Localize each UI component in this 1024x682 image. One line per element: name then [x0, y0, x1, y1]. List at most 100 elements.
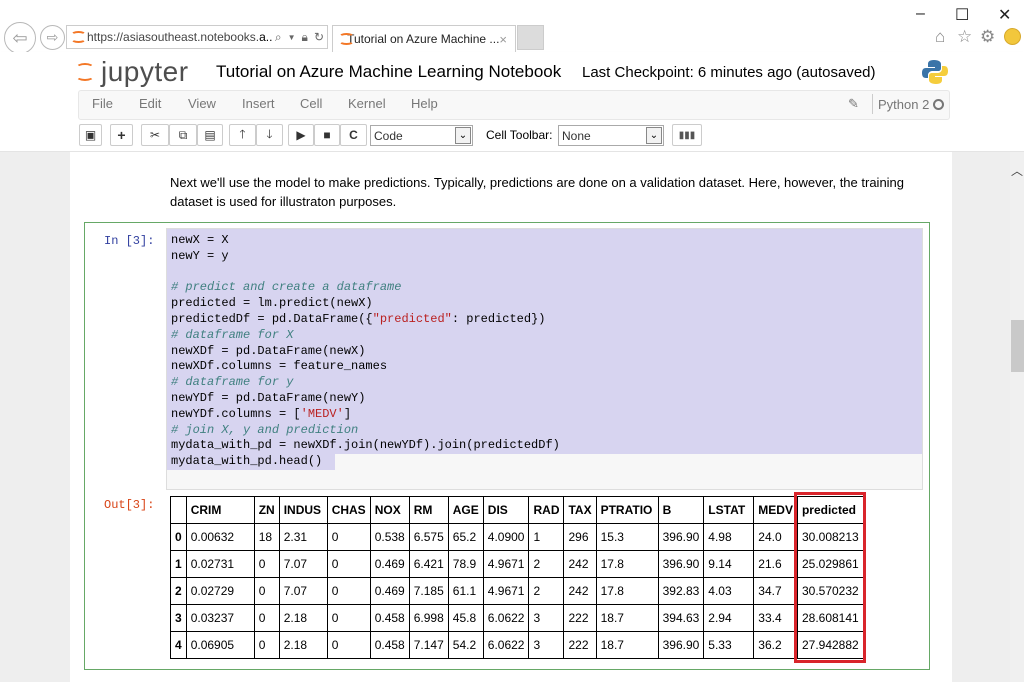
table-cell: 394.63 — [657, 604, 705, 632]
code-comment: # join X, y and prediction — [171, 422, 359, 437]
markdown-cell[interactable]: Next we'll use the model to make predict… — [170, 173, 915, 211]
close-window-button[interactable]: ✕ — [998, 5, 1011, 25]
back-button[interactable]: ⇦ — [4, 22, 36, 54]
settings-icon[interactable]: ⚙ — [980, 27, 995, 47]
copy-button[interactable]: ⧉ — [169, 124, 197, 146]
play-icon: ▶ — [296, 128, 306, 142]
code-text[interactable]: newX = XnewY = y # predict and create a d… — [171, 233, 560, 470]
close-tab-icon[interactable]: × — [499, 32, 507, 47]
move-down-button[interactable]: 🡓 — [256, 124, 283, 146]
column-header-ptratio: PTRATIO — [595, 496, 659, 524]
notebook-title[interactable]: Tutorial on Azure Machine Learning Noteb… — [216, 62, 561, 82]
plus-icon: + — [117, 127, 126, 143]
cut-button[interactable]: ✂ — [141, 124, 169, 146]
menu-edit[interactable]: Edit — [139, 96, 161, 111]
row-index: 0 — [170, 523, 187, 551]
code-line: # predict and create a dataframe — [171, 280, 560, 296]
kernel-divider — [872, 94, 873, 114]
insert-cell-button[interactable]: + — [110, 124, 133, 146]
refresh-icon[interactable]: ↻ — [314, 30, 324, 44]
code-string: "predicted" — [372, 311, 452, 326]
table-cell: 396.90 — [657, 550, 705, 578]
table-cell: 4.98 — [703, 523, 755, 551]
forward-button[interactable]: ⇨ — [40, 25, 65, 50]
table-cell: 2.18 — [278, 631, 328, 659]
menu-kernel[interactable]: Kernel — [348, 96, 386, 111]
run-button[interactable]: ▶ — [288, 124, 314, 146]
column-header-medv: MEDV — [753, 496, 798, 524]
code-line: # dataframe for y — [171, 375, 560, 391]
jupyter-logo[interactable]: jupyter — [76, 56, 189, 88]
scissors-icon: ✂ — [149, 128, 161, 142]
command-palette-button[interactable]: ▮▮▮ — [672, 124, 702, 146]
table-cell: 21.6 — [753, 550, 798, 578]
stop-icon: ■ — [323, 128, 331, 142]
table-cell: 18.7 — [595, 604, 659, 632]
column-header-lstat: LSTAT — [703, 496, 755, 524]
table-cell: 36.2 — [753, 631, 798, 659]
table-cell: 6.0622 — [482, 604, 530, 632]
table-cell: 0 — [326, 577, 371, 605]
scrollbar-thumb[interactable] — [1011, 320, 1024, 372]
menu-cell[interactable]: Cell — [300, 96, 322, 111]
table-cell: 7.07 — [278, 577, 328, 605]
home-icon[interactable]: ⌂ — [935, 27, 945, 47]
save-button[interactable]: ▣ — [79, 124, 102, 146]
favorites-icon[interactable]: ☆ — [957, 27, 972, 47]
cell-toolbar-select[interactable]: None ⌄ — [558, 125, 664, 146]
paste-icon: ▤ — [204, 128, 216, 142]
copy-icon: ⧉ — [178, 127, 188, 142]
move-up-button[interactable]: 🡑 — [229, 124, 256, 146]
maximize-button[interactable]: ☐ — [955, 5, 969, 25]
column-header-b: B — [657, 496, 705, 524]
cell-type-select[interactable]: Code ⌄ — [370, 125, 473, 146]
column-header-zn: ZN — [253, 496, 280, 524]
table-row: 1 0.02731 0 7.07 0 0.469 6.421 78.9 4.9671 2 242 17… — [170, 550, 864, 578]
scroll-up-icon[interactable]: ︿ — [1011, 162, 1023, 179]
menu-insert[interactable]: Insert — [242, 96, 275, 111]
table-cell: 0.458 — [369, 631, 410, 659]
tab-favicon — [339, 33, 355, 45]
chevron-down-icon: ⌄ — [455, 127, 471, 144]
restart-button[interactable]: C — [340, 124, 367, 146]
bar-chart-icon: ▮▮▮ — [678, 129, 696, 141]
python-logo-icon — [922, 60, 948, 84]
input-prompt: In [3]: — [104, 234, 155, 248]
search-icon[interactable]: ⌕ — [275, 30, 282, 45]
interrupt-button[interactable]: ■ — [314, 124, 340, 146]
menu-file[interactable]: File — [92, 96, 113, 111]
code-line: # dataframe for X — [171, 328, 560, 344]
code-line: # join X, y and prediction — [171, 423, 560, 439]
feedback-smiley-icon[interactable] — [1004, 28, 1021, 45]
table-cell: 78.9 — [447, 550, 484, 578]
table-cell: 2.31 — [278, 523, 328, 551]
table-cell: 65.2 — [447, 523, 484, 551]
lock-icon[interactable]: 🔒︎ — [302, 30, 308, 45]
new-tab-button[interactable] — [517, 25, 544, 50]
paste-button[interactable]: ▤ — [197, 124, 223, 146]
code-line: newY = y — [171, 248, 229, 263]
table-cell: 0 — [253, 577, 280, 605]
edit-pencil-icon[interactable]: ✎ — [848, 96, 859, 112]
table-cell: 2 — [528, 577, 565, 605]
table-cell: 0 — [253, 604, 280, 632]
column-header-rm: RM — [408, 496, 449, 524]
dropdown-icon[interactable]: ▼ — [288, 33, 296, 42]
menu-help[interactable]: Help — [411, 96, 438, 111]
browser-tab[interactable]: Tutorial on Azure Machine ... × — [332, 25, 516, 52]
code-string: 'MEDV' — [300, 406, 344, 421]
address-bar[interactable]: https://asiasoutheast.notebooks.a.. ⌕ ▼ … — [66, 25, 328, 49]
arrow-up-icon: 🡑 — [239, 126, 246, 141]
table-cell: 18.7 — [595, 631, 659, 659]
table-cell: 24.0 — [753, 523, 798, 551]
minimize-button[interactable]: – — [916, 5, 925, 23]
menu-view[interactable]: View — [188, 96, 216, 111]
output-prompt: Out[3]: — [104, 498, 155, 512]
kernel-name: Python 2 — [878, 97, 930, 112]
table-cell: 17.8 — [595, 550, 659, 578]
table-cell: 0 — [253, 631, 280, 659]
vertical-scrollbar[interactable]: ︿ — [1010, 152, 1024, 682]
dataframe-table: CRIM ZN INDUS CHAS NOX RM AGE DIS RAD TAX PTRATIO B… — [170, 496, 864, 659]
address-url[interactable]: https://asiasoutheast.notebooks.a.. — [87, 30, 272, 44]
